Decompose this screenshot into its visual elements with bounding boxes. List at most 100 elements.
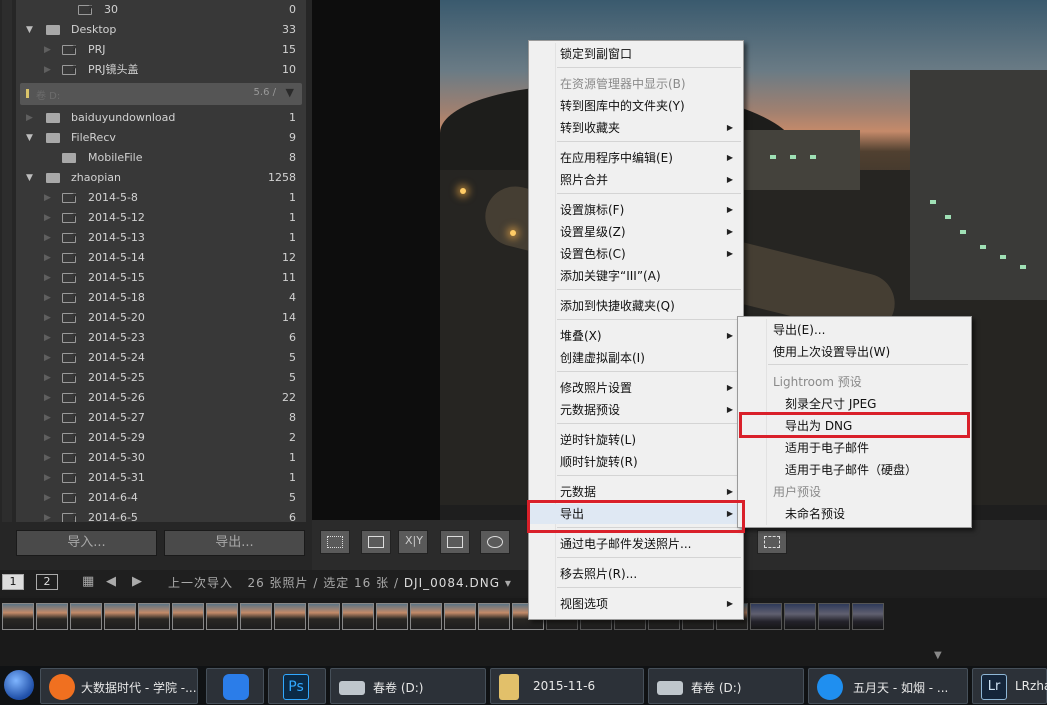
filmstrip-thumbnail[interactable] <box>308 603 340 630</box>
expand-triangle-icon[interactable]: ▶ <box>44 328 51 348</box>
folder-row[interactable]: ▶? 2014-6-5 6 <box>16 508 306 522</box>
taskbar-item-drive-d-2[interactable]: 春卷 (D:) <box>648 668 804 704</box>
expand-triangle-icon[interactable]: ▼ <box>26 20 33 40</box>
export-submenu-item[interactable]: 导出(E)... <box>738 320 971 340</box>
context-menu-item[interactable]: 修改照片设置 ▶ <box>529 378 743 398</box>
folder-row[interactable]: ▶? 2014-5-31 1 <box>16 468 306 488</box>
context-menu-item[interactable]: 设置色标(C) ▶ <box>529 244 743 264</box>
expand-triangle-icon[interactable]: ▼ <box>26 168 33 188</box>
filmstrip-thumbnail[interactable] <box>750 603 782 630</box>
filmstrip-thumbnail[interactable] <box>274 603 306 630</box>
context-menu-item[interactable]: 通过电子邮件发送照片... <box>529 534 743 554</box>
folder-row[interactable]: ▶ ? PRJ镜头盖 10 <box>16 60 306 80</box>
import-button[interactable]: 导入... <box>16 530 157 556</box>
folder-row[interactable]: ▶? 2014-5-8 1 <box>16 188 306 208</box>
window-2-button[interactable]: 2 <box>36 574 58 590</box>
export-submenu-item[interactable]: 刻录全尺寸 JPEG <box>738 394 971 414</box>
context-menu-item[interactable]: 锁定到副窗口 <box>529 44 743 64</box>
folder-row[interactable]: ▼ zhaopian 1258 <box>16 168 306 188</box>
filmstrip-thumbnail[interactable] <box>342 603 374 630</box>
folder-row[interactable]: ▶? 2014-5-18 4 <box>16 288 306 308</box>
folder-row[interactable]: ▶? 2014-6-4 5 <box>16 488 306 508</box>
context-menu-item[interactable]: 转到收藏夹 ▶ <box>529 118 743 138</box>
context-menu-item[interactable]: 创建虚拟副本(I) <box>529 348 743 368</box>
filmstrip-thumbnail[interactable] <box>240 603 272 630</box>
filmstrip-thumbnail[interactable] <box>206 603 238 630</box>
survey-view-button[interactable] <box>440 530 470 554</box>
context-menu-item[interactable]: 转到图库中的文件夹(Y) <box>529 96 743 116</box>
folder-row[interactable]: ▶? 2014-5-15 11 <box>16 268 306 288</box>
folder-row[interactable]: ▶ baiduyundownload 1 <box>16 108 306 128</box>
folder-row[interactable]: ▶? 2014-5-23 6 <box>16 328 306 348</box>
filmstrip-thumbnail[interactable] <box>852 603 884 630</box>
grid-view-button[interactable] <box>320 530 350 554</box>
expand-triangle-icon[interactable]: ▶ <box>44 448 51 468</box>
context-menu-item[interactable]: 添加到快捷收藏夹(Q) <box>529 296 743 316</box>
filmstrip-thumbnail[interactable] <box>36 603 68 630</box>
expand-triangle-icon[interactable]: ▶ <box>44 308 51 328</box>
expand-triangle-icon[interactable]: ▶ <box>44 368 51 388</box>
expand-triangle-icon[interactable]: ▶ <box>44 208 51 228</box>
expand-triangle-icon[interactable]: ▶ <box>44 408 51 428</box>
expand-triangle-icon[interactable]: ▶ <box>44 228 51 248</box>
dropdown-arrow-icon[interactable]: ▾ <box>505 576 512 590</box>
filmstrip-thumbnail[interactable] <box>2 603 34 630</box>
taskbar-item-drive-d[interactable]: 春卷 (D:) <box>330 668 486 704</box>
grid-icon[interactable]: ▦ <box>82 574 94 589</box>
context-menu-item[interactable]: 顺时针旋转(R) <box>529 452 743 472</box>
expand-triangle-icon[interactable]: ▶ <box>44 488 51 508</box>
filmstrip-thumbnail[interactable] <box>444 603 476 630</box>
filmstrip-thumbnail[interactable] <box>478 603 510 630</box>
folder-row[interactable]: ▶? 2014-5-24 5 <box>16 348 306 368</box>
expand-triangle-icon[interactable]: ▶ <box>44 468 51 488</box>
context-menu-item[interactable]: 照片合并 ▶ <box>529 170 743 190</box>
expand-triangle-icon[interactable]: ▶ <box>26 108 33 128</box>
folders-scrollbar[interactable] <box>2 0 12 522</box>
folder-row[interactable]: MobileFile 8 <box>16 148 306 168</box>
taskbar-item-lightroom[interactable]: Lr LRzha <box>972 668 1047 704</box>
folder-row[interactable]: ▶ ? PRJ 15 <box>16 40 306 60</box>
expand-triangle-icon[interactable]: ▶ <box>44 288 51 308</box>
context-menu-item[interactable]: 堆叠(X) ▶ <box>529 326 743 346</box>
forward-arrow-icon[interactable]: ▶ <box>132 574 142 589</box>
window-1-button[interactable]: 1 <box>2 574 24 590</box>
context-menu-item[interactable]: 逆时针旋转(L) <box>529 430 743 450</box>
collapse-triangle-icon[interactable]: ▼ <box>286 86 294 99</box>
folder-row[interactable]: ▶? 2014-5-20 14 <box>16 308 306 328</box>
folder-row[interactable]: ▶? 2014-5-25 5 <box>16 368 306 388</box>
crop-overlay-button[interactable] <box>757 530 787 554</box>
expand-triangle-icon[interactable]: ▶ <box>44 268 51 288</box>
expand-triangle-icon[interactable]: ▶ <box>44 188 51 208</box>
taskbar-item-pen-app[interactable] <box>206 668 264 704</box>
export-button[interactable]: 导出... <box>164 530 305 556</box>
expand-triangle-icon[interactable]: ▼ <box>26 128 33 148</box>
folder-row[interactable]: ▶? 2014-5-30 1 <box>16 448 306 468</box>
filmstrip-thumbnail[interactable] <box>104 603 136 630</box>
folder-row[interactable]: ? 30 0 <box>16 0 306 20</box>
folder-row[interactable]: ▶? 2014-5-29 2 <box>16 428 306 448</box>
context-menu-item[interactable]: 移去照片(R)... <box>529 564 743 584</box>
folder-row[interactable]: ▼ Desktop 33 <box>16 20 306 40</box>
expand-triangle-icon[interactable]: ▶ <box>44 508 51 522</box>
context-menu-item[interactable]: 添加关键字“III”(A) <box>529 266 743 286</box>
loupe-view-button[interactable] <box>361 530 391 554</box>
expand-triangle-icon[interactable]: ▶ <box>44 40 51 60</box>
filmstrip-thumbnail[interactable] <box>138 603 170 630</box>
filmstrip-source[interactable]: 上一次导入 26 张照片 / 选定 16 张 / DJI_0084.DNG ▾ <box>168 574 512 591</box>
context-menu-item[interactable]: 设置旗标(F) ▶ <box>529 200 743 220</box>
filmstrip-thumbnail[interactable] <box>172 603 204 630</box>
taskbar-item-photoshop[interactable]: Ps <box>268 668 326 704</box>
taskbar-item-browser[interactable]: 大数据时代 - 学院 -... <box>40 668 198 704</box>
export-submenu-item[interactable]: 适用于电子邮件（硬盘） <box>738 460 971 480</box>
people-view-button[interactable] <box>480 530 510 554</box>
export-submenu-item[interactable]: 适用于电子邮件 <box>738 438 971 458</box>
expand-triangle-icon[interactable]: ▶ <box>44 348 51 368</box>
context-menu-item[interactable]: 视图选项 ▶ <box>529 594 743 614</box>
context-menu-item[interactable]: 在应用程序中编辑(E) ▶ <box>529 148 743 168</box>
folder-row[interactable]: ▶? 2014-5-26 22 <box>16 388 306 408</box>
filmstrip-thumbnail[interactable] <box>784 603 816 630</box>
export-submenu-item[interactable]: 使用上次设置导出(W) <box>738 342 971 362</box>
expand-triangle-icon[interactable]: ▶ <box>44 248 51 268</box>
filmstrip-thumbnail[interactable] <box>410 603 442 630</box>
expand-triangle-icon[interactable]: ▶ <box>44 388 51 408</box>
